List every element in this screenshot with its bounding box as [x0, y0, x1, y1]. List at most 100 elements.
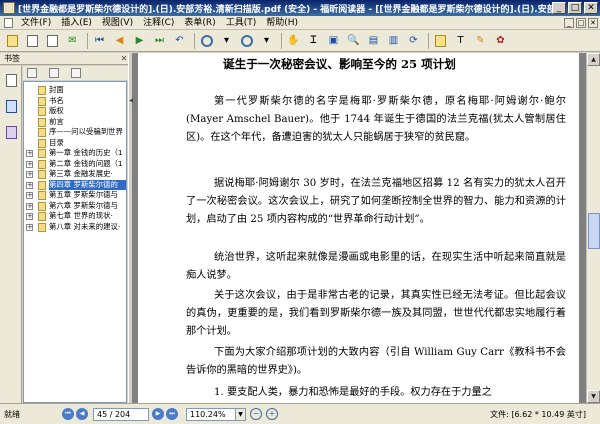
bookmark-item[interactable]: + 第三章 金融发展史·: [24, 169, 126, 180]
bookmark-page-icon: [38, 201, 46, 211]
doc-restore-button[interactable]: □: [576, 17, 586, 28]
next-page-icon[interactable]: ▶: [131, 32, 148, 49]
menu-insert[interactable]: 插入(E): [56, 16, 97, 30]
title-bar: [世界金融都是罗斯柴尔德设计的].(日).安部芳裕.清新扫描版.pdf (安全)…: [0, 0, 600, 16]
paragraph: 据说梅耶·阿姆谢尔 30 岁时，在法兰克福地区招募 12 名有实力的犹太人召开了…: [186, 178, 566, 226]
email-icon[interactable]: ✉: [64, 32, 81, 49]
note-icon[interactable]: [432, 32, 449, 49]
expand-icon[interactable]: +: [26, 160, 33, 168]
expand-icon[interactable]: +: [26, 150, 33, 157]
pdf-page: 诞生于一次秘密会议、影响至今的 25 项计划 第一代罗斯柴尔德的名字是梅耶·罗斯…: [138, 53, 579, 403]
bookmark-item[interactable]: + 第六章 罗斯柴尔德与: [24, 201, 126, 212]
prev-page-icon[interactable]: ◀: [111, 32, 128, 49]
doc-close-button[interactable]: ✕: [588, 17, 598, 28]
bookmark-options-icon[interactable]: [27, 68, 37, 78]
bookmarks-tab-icon[interactable]: [3, 72, 19, 88]
menu-view[interactable]: 视图(V): [97, 16, 138, 30]
bookmark-item[interactable]: + 第二章 金钱的问题（1: [24, 159, 126, 170]
bookmark-item[interactable]: 前言: [24, 117, 126, 128]
bookmark-page-icon: [38, 107, 46, 116]
hand-tool-icon[interactable]: ✋: [285, 32, 302, 49]
prev-page-nav-icon[interactable]: ◀: [76, 408, 88, 420]
app-icon: [3, 2, 15, 14]
layers-tab-icon[interactable]: [3, 124, 19, 140]
rotate-icon[interactable]: ⟳: [405, 32, 422, 49]
close-button[interactable]: ✕: [584, 2, 598, 14]
bookmark-item[interactable]: 序——问以受骗到世界: [24, 127, 126, 138]
scroll-up-icon[interactable]: ▲: [587, 53, 600, 66]
expand-icon[interactable]: +: [26, 223, 33, 231]
minimize-button[interactable]: _: [552, 2, 566, 14]
zoom-out-button-icon[interactable]: −: [250, 408, 262, 420]
scroll-down-icon[interactable]: ▼: [587, 390, 600, 403]
menu-tools[interactable]: 工具(T): [221, 16, 262, 30]
menu-bar: 文件(F) 插入(E) 视图(V) 注释(C) 表单(R) 工具(T) 帮助(H…: [0, 16, 600, 30]
expand-icon[interactable]: +: [26, 202, 33, 210]
expand-icon[interactable]: +: [26, 213, 33, 220]
bookmark-page-icon: [38, 159, 46, 169]
zoom-input[interactable]: 110.24%: [186, 407, 236, 421]
bookmark-item-selected[interactable]: + 第四章 罗斯柴尔德的: [24, 179, 126, 190]
paragraph: 统治世界，这听起来就像是漫画或电影里的话，在现实生活中听起来简直就是痴人说梦。: [186, 252, 566, 282]
expand-icon[interactable]: +: [26, 181, 33, 189]
zoom-out-icon[interactable]: [198, 32, 215, 49]
maximize-button[interactable]: □: [568, 2, 582, 14]
highlight-icon[interactable]: ✎: [472, 32, 489, 49]
bookmark-page-icon: [38, 212, 46, 221]
fit-width-icon[interactable]: ▥: [385, 32, 402, 49]
zoom-dropdown-icon[interactable]: ▾: [218, 32, 235, 49]
first-page-nav-icon[interactable]: ⏮: [62, 408, 74, 420]
bookmark-item[interactable]: + 第八章 对未来的建议·: [24, 222, 126, 233]
find-icon[interactable]: 🔍: [345, 32, 362, 49]
paragraph: 第一代罗斯柴尔德的名字是梅耶·罗斯柴尔德，原名梅耶·阿姆谢尔·鲍尔(Mayer …: [186, 96, 566, 144]
document-view[interactable]: 诞生于一次秘密会议、影响至今的 25 项计划 第一代罗斯柴尔德的名字是梅耶·罗斯…: [133, 53, 586, 403]
toolbar-separator: [281, 32, 282, 49]
pages-tab-icon[interactable]: [3, 98, 19, 114]
print-icon[interactable]: [24, 32, 41, 49]
last-page-icon[interactable]: ⏭: [151, 32, 168, 49]
sidebar-close-icon[interactable]: ✕: [120, 54, 128, 63]
window-title: [世界金融都是罗斯柴尔德设计的].(日).安部芳裕.清新扫描版.pdf (安全)…: [18, 4, 552, 15]
zoom-options-icon[interactable]: ▾: [258, 32, 275, 49]
bookmark-item[interactable]: 封面: [24, 85, 126, 96]
first-page-icon[interactable]: ⏮: [91, 32, 108, 49]
next-page-nav-icon[interactable]: ▶: [152, 408, 164, 420]
bookmark-item[interactable]: + 第七章 世界的现状·: [24, 211, 126, 222]
undo-icon[interactable]: ↶: [171, 32, 188, 49]
expand-icon[interactable]: +: [26, 171, 33, 178]
document-icon: [4, 17, 13, 28]
zoom-in-icon[interactable]: [238, 32, 255, 49]
last-page-nav-icon[interactable]: ⏭: [166, 408, 178, 420]
menu-form[interactable]: 表单(R): [179, 16, 220, 30]
bookmark-item[interactable]: 版权: [24, 106, 126, 117]
zoom-in-button-icon[interactable]: +: [266, 408, 278, 420]
paragraph: 下面为大家介绍那项计划的大致内容（引自 William Guy Carr《教科书…: [186, 347, 566, 377]
bookmark-item[interactable]: + 第一章 金钱的历史（1: [24, 148, 126, 159]
scroll-thumb[interactable]: [588, 213, 600, 249]
bookmark-page-icon: [38, 180, 46, 190]
select-text-icon[interactable]: Ꮖ: [305, 32, 322, 49]
vertical-scrollbar[interactable]: ▲ ▼: [586, 53, 600, 403]
menu-comment[interactable]: 注释(C): [138, 16, 179, 30]
bookmark-toolbar: [23, 66, 128, 80]
bookmark-item[interactable]: + 第五章 罗斯柴尔德与: [24, 190, 126, 201]
bookmark-item[interactable]: 书名: [24, 96, 126, 107]
bookmark-page-icon: [38, 86, 46, 95]
stamp-icon[interactable]: ✿: [492, 32, 509, 49]
save-icon[interactable]: [44, 32, 61, 49]
bookmark-item[interactable]: 目录: [24, 138, 126, 149]
toolbar-separator: [87, 32, 88, 49]
bookmark-page-icon: [38, 191, 46, 200]
fit-page-icon[interactable]: ▤: [365, 32, 382, 49]
open-icon[interactable]: [4, 32, 21, 49]
bookmark-delete-icon[interactable]: [49, 68, 59, 78]
doc-minimize-button[interactable]: _: [564, 17, 574, 28]
expand-icon[interactable]: +: [26, 192, 33, 199]
menu-help[interactable]: 帮助(H): [261, 16, 303, 30]
bookmark-new-icon[interactable]: [71, 68, 81, 78]
zoom-dropdown-arrow-icon[interactable]: ▼: [236, 407, 246, 421]
page-number-input[interactable]: 45 / 204: [93, 407, 149, 421]
menu-file[interactable]: 文件(F): [16, 16, 56, 30]
snapshot-icon[interactable]: ▣: [325, 32, 342, 49]
typewriter-icon[interactable]: T: [452, 32, 469, 49]
